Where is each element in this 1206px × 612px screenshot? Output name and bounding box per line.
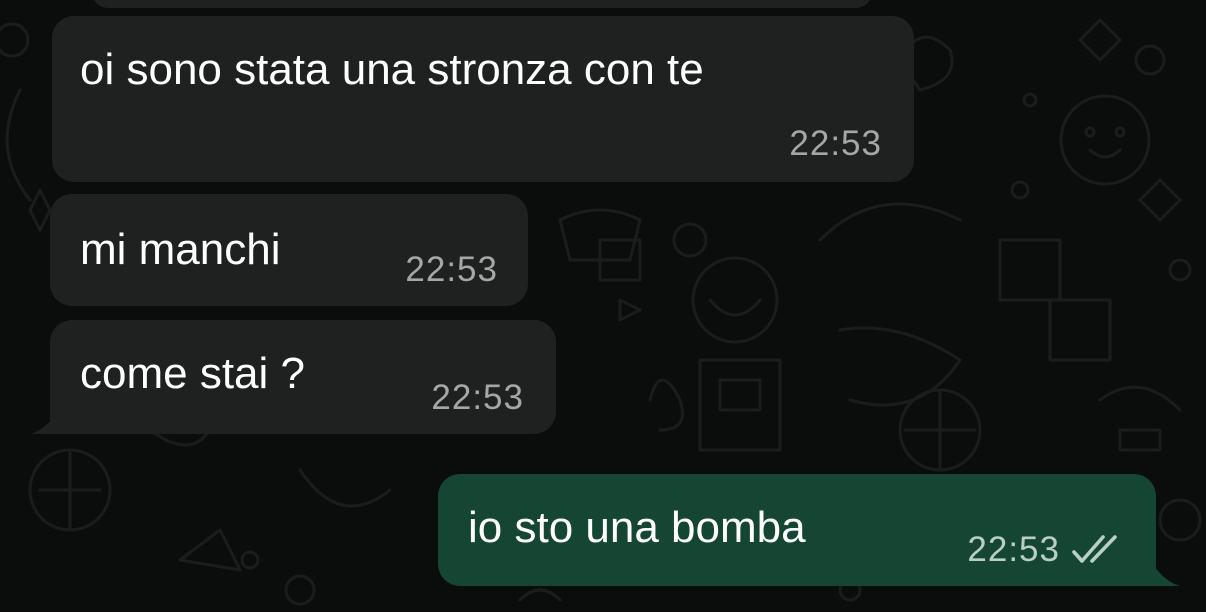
message-text: mi manchi	[80, 225, 281, 274]
incoming-message[interactable]: oi sono stata una stronza con te 22:53	[52, 16, 914, 182]
incoming-message[interactable]: mi manchi 22:53	[50, 194, 528, 306]
double-check-icon	[1072, 535, 1117, 563]
incoming-bubble-tail	[30, 414, 60, 434]
message-text: io sto una bomba	[468, 503, 806, 552]
outgoing-message[interactable]: io sto una bomba 22:53	[438, 474, 1156, 586]
outgoing-bubble-tail	[1150, 566, 1180, 586]
message-time: 22:53	[967, 530, 1060, 569]
message-text: come stai ?	[80, 349, 305, 398]
message-time: 22:53	[431, 378, 524, 417]
incoming-message[interactable]: come stai ? 22:53	[50, 320, 556, 434]
message-time: 22:53	[405, 250, 498, 289]
message-time: 22:53	[789, 124, 882, 163]
message-text: oi sono stata una stronza con te	[80, 45, 704, 94]
previous-message-bubble	[92, 0, 872, 8]
